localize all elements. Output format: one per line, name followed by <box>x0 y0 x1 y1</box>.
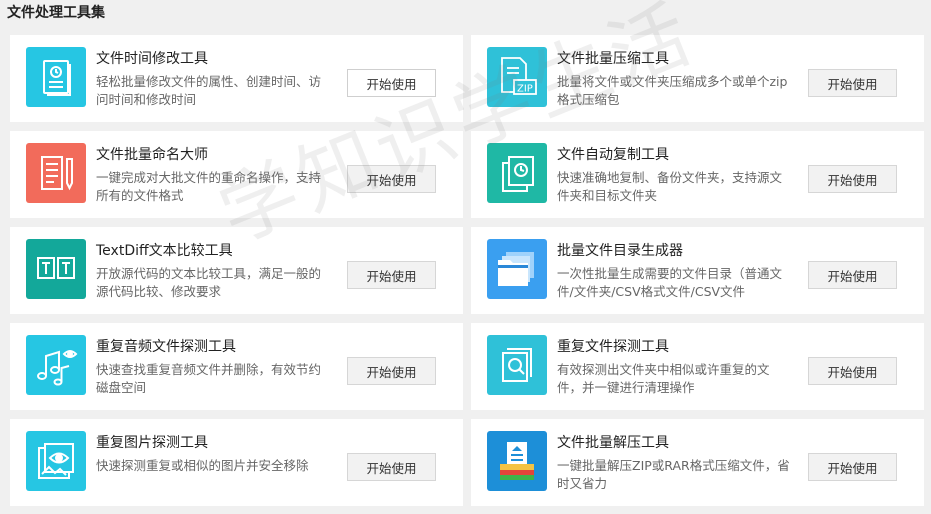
tool-card-duplicate-audio: 重复音频文件探测工具 快速查找重复音频文件并删除，有效节约磁盘空间 开始使用 <box>10 323 463 410</box>
music-notes-eye-icon <box>26 335 86 395</box>
page-title: 文件处理工具集 <box>7 5 105 21</box>
tool-title: 文件自动复制工具 <box>557 147 669 163</box>
start-button[interactable]: 开始使用 <box>808 453 897 481</box>
start-button[interactable]: 开始使用 <box>808 69 897 97</box>
tool-title: 批量文件目录生成器 <box>557 243 683 259</box>
rename-document-pen-icon <box>26 143 86 203</box>
start-button[interactable]: 开始使用 <box>808 165 897 193</box>
svg-text:ZIP: ZIP <box>517 84 533 95</box>
tool-title: 重复音频文件探测工具 <box>96 339 236 355</box>
tool-card-file-time: 文件时间修改工具 轻松批量修改文件的属性、创建时间、访问时间和修改时间 开始使用 <box>10 35 463 122</box>
tool-title: 重复图片探测工具 <box>96 435 208 451</box>
start-button[interactable]: 开始使用 <box>808 357 897 385</box>
tool-description: 一次性批量生成需要的文件目录（普通文件/文件夹/CSV格式文件/CSV文件 <box>557 266 783 299</box>
image-eye-icon <box>26 431 86 491</box>
tool-card-batch-rename: 文件批量命名大师 一键完成对大批文件的重命名操作，支持所有的文件格式 开始使用 <box>10 131 463 218</box>
folder-stack-icon <box>487 239 547 299</box>
tool-title: 文件批量解压工具 <box>557 435 669 451</box>
start-button[interactable]: 开始使用 <box>347 357 436 385</box>
tool-card-directory-generator: 批量文件目录生成器 一次性批量生成需要的文件目录（普通文件/文件夹/CSV格式文… <box>471 227 924 314</box>
tool-description: 快速准确地复制、备份文件夹，支持源文件夹和目标文件夹 <box>557 170 783 203</box>
tool-description: 开放源代码的文本比较工具，满足一般的源代码比较、修改要求 <box>96 266 322 299</box>
start-button[interactable]: 开始使用 <box>347 261 436 289</box>
tool-card-batch-unzip: 文件批量解压工具 一键批量解压ZIP或RAR格式压缩文件，省时又省力 开始使用 <box>471 419 924 506</box>
start-button[interactable]: 开始使用 <box>347 453 436 481</box>
copy-document-clock-icon <box>487 143 547 203</box>
tool-card-duplicate-file: 重复文件探测工具 有效探测出文件夹中相似或许重复的文件，并一键进行清理操作 开始… <box>471 323 924 410</box>
tool-card-batch-compress: ZIP 文件批量压缩工具 批量将文件或文件夹压缩成多个或单个zip格式压缩包 开… <box>471 35 924 122</box>
start-button[interactable]: 开始使用 <box>347 69 436 97</box>
tool-card-auto-copy: 文件自动复制工具 快速准确地复制、备份文件夹，支持源文件夹和目标文件夹 开始使用 <box>471 131 924 218</box>
unzip-tray-icon <box>487 431 547 491</box>
zip-archive-icon: ZIP <box>487 47 547 107</box>
tool-title: 重复文件探测工具 <box>557 339 669 355</box>
start-button[interactable]: 开始使用 <box>347 165 436 193</box>
tool-card-duplicate-image: 重复图片探测工具 快速探测重复或相似的图片并安全移除 开始使用 <box>10 419 463 506</box>
tool-title: TextDiff文本比较工具 <box>96 243 233 259</box>
tool-description: 轻松批量修改文件的属性、创建时间、访问时间和修改时间 <box>96 74 322 107</box>
tool-title: 文件时间修改工具 <box>96 51 208 67</box>
tool-description: 批量将文件或文件夹压缩成多个或单个zip格式压缩包 <box>557 74 788 107</box>
tool-description: 有效探测出文件夹中相似或许重复的文件，并一键进行清理操作 <box>557 362 770 395</box>
tool-description: 快速查找重复音频文件并删除，有效节约磁盘空间 <box>96 362 322 395</box>
tool-title: 文件批量压缩工具 <box>557 51 669 67</box>
text-compare-icon <box>26 239 86 299</box>
tool-description: 一键完成对大批文件的重命名操作，支持所有的文件格式 <box>96 170 322 203</box>
document-search-icon <box>487 335 547 395</box>
start-button[interactable]: 开始使用 <box>808 261 897 289</box>
tool-title: 文件批量命名大师 <box>96 147 208 163</box>
tool-description: 一键批量解压ZIP或RAR格式压缩文件，省时又省力 <box>557 458 790 491</box>
document-clock-icon <box>26 47 86 107</box>
tool-card-textdiff: TextDiff文本比较工具 开放源代码的文本比较工具，满足一般的源代码比较、修… <box>10 227 463 314</box>
tool-grid: 文件时间修改工具 轻松批量修改文件的属性、创建时间、访问时间和修改时间 开始使用… <box>10 35 924 506</box>
tool-description: 快速探测重复或相似的图片并安全移除 <box>96 458 309 473</box>
